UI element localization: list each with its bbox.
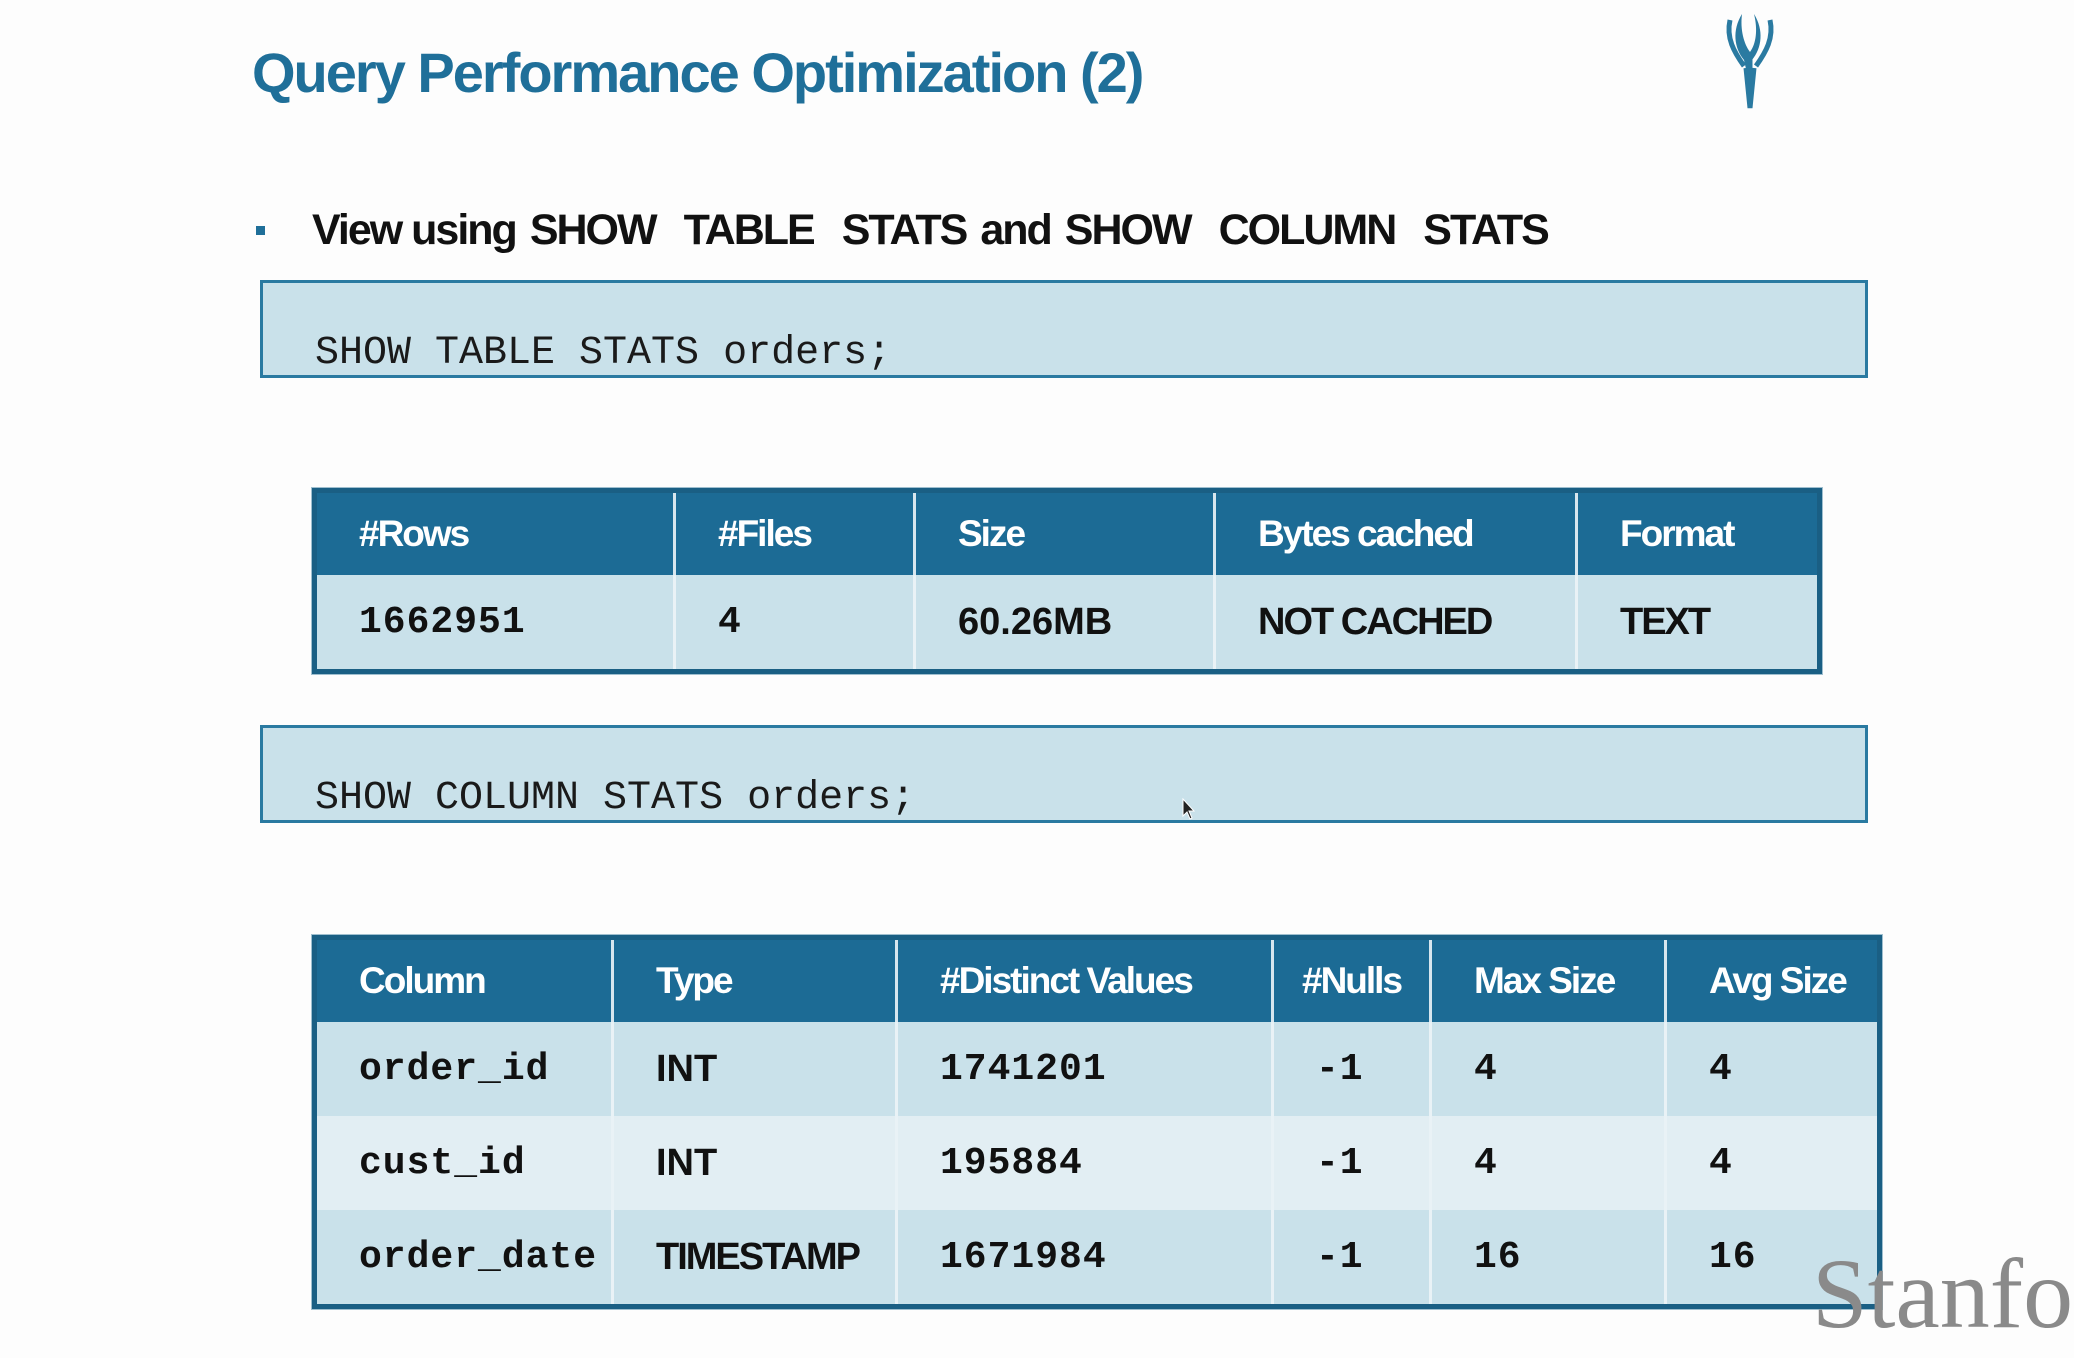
table-cell: 1662951 — [314, 575, 676, 672]
column-header: Type — [612, 937, 898, 1022]
bullet-keyword: SHOW — [1064, 205, 1193, 254]
table-cell: 4 — [1665, 1116, 1880, 1210]
column-header: Column — [314, 937, 614, 1022]
bullet-text: View using SHOW TABLE STATS and SHOW COLUMN STA… — [312, 205, 1550, 255]
code-text: SHOW TABLE STATS orders; — [315, 331, 892, 376]
impala-logo-icon — [1726, 14, 1774, 109]
table-cell: -1 — [1272, 1210, 1432, 1307]
table-cell: order_date — [314, 1210, 614, 1307]
column-header: #Files — [674, 490, 916, 575]
table-header-row: #Rows #Files Size Bytes cached Format — [314, 490, 1820, 575]
table-cell: TEXT — [1576, 575, 1820, 672]
watermark: Stanfo — [1812, 1238, 2074, 1349]
bullet-keyword: COLUMN — [1218, 205, 1398, 254]
table-cell: 4 — [1430, 1022, 1667, 1116]
table-row: order_id INT 1741201 -1 4 4 — [314, 1022, 1880, 1116]
table-cell: order_id — [314, 1022, 614, 1116]
table-cell: -1 — [1272, 1022, 1432, 1116]
slide: Query Performance Optimization (2) View … — [0, 0, 2074, 1358]
code-block-table-stats: SHOW TABLE STATS orders; — [260, 280, 1868, 378]
table-row: order_date TIMESTAMP 1671984 -1 16 16 — [314, 1210, 1880, 1307]
bullet-marker — [256, 225, 265, 235]
column-stats-table: Column Type #Distinct Values #Nulls Max … — [312, 935, 1882, 1309]
table-cell: 195884 — [896, 1116, 1274, 1210]
column-header: #Nulls — [1272, 937, 1432, 1022]
table-row: cust_id INT 195884 -1 4 4 — [314, 1116, 1880, 1210]
bullet-keyword: TABLE — [683, 205, 816, 254]
table-stats-table: #Rows #Files Size Bytes cached Format 16… — [312, 488, 1822, 674]
table-cell: INT — [612, 1022, 898, 1116]
table-cell: TIMESTAMP — [612, 1210, 898, 1307]
column-header: Size — [914, 490, 1216, 575]
table-cell: cust_id — [314, 1116, 614, 1210]
table-cell: -1 — [1272, 1116, 1432, 1210]
table-cell: 4 — [1665, 1022, 1880, 1116]
table-cell: 4 — [1430, 1116, 1667, 1210]
mouse-cursor-icon — [1182, 798, 1196, 820]
table-header-row: Column Type #Distinct Values #Nulls Max … — [314, 937, 1880, 1022]
table-cell: 1741201 — [896, 1022, 1274, 1116]
bullet-item: View using SHOW TABLE STATS and SHOW COLUMN STA… — [256, 200, 1550, 260]
bullet-keyword: SHOW — [529, 205, 658, 254]
column-header: Format — [1576, 490, 1820, 575]
bullet-prefix: View using — [312, 205, 518, 254]
bullet-keyword: STATS — [1423, 205, 1550, 254]
bullet-keyword: STATS — [841, 205, 969, 254]
table-cell: INT — [612, 1116, 898, 1210]
table-row: 1662951 4 60.26MB NOT CACHED TEXT — [314, 575, 1820, 672]
code-text: SHOW COLUMN STATS orders; — [315, 776, 916, 821]
table-cell: 4 — [674, 575, 916, 672]
column-header: Max Size — [1430, 937, 1667, 1022]
slide-title: Query Performance Optimization (2) — [252, 41, 1144, 104]
column-header: #Rows — [314, 490, 676, 575]
table-cell: 16 — [1430, 1210, 1667, 1307]
column-header: Bytes cached — [1214, 490, 1578, 575]
table-cell: NOT CACHED — [1214, 575, 1578, 672]
code-block-column-stats: SHOW COLUMN STATS orders; — [260, 725, 1868, 823]
table-cell: 60.26MB — [914, 575, 1216, 672]
column-header: Avg Size — [1665, 937, 1880, 1022]
bullet-joiner: and — [980, 205, 1052, 254]
column-header: #Distinct Values — [896, 937, 1274, 1022]
table-cell: 1671984 — [896, 1210, 1274, 1307]
